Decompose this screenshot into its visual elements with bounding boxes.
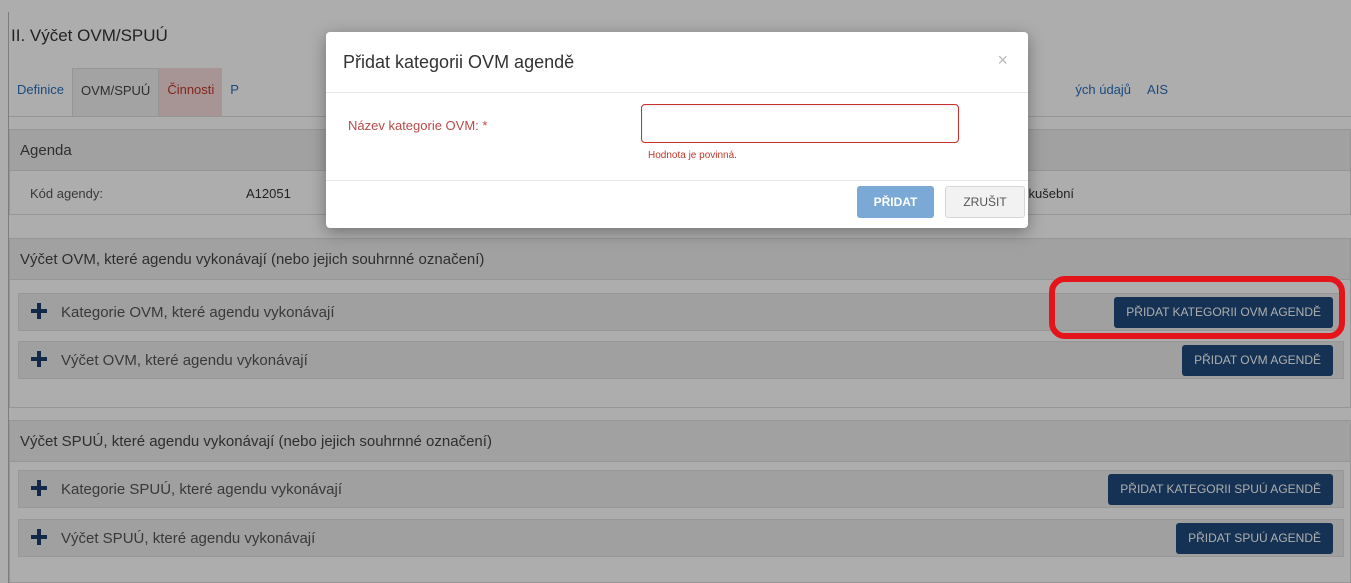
add-ovm-category-dialog: Přidat kategorii OVM agendě × Název kate… [326,32,1028,228]
close-icon[interactable]: × [997,50,1008,71]
modal-header-divider [326,92,1028,93]
category-name-input[interactable] [641,104,959,143]
validation-error: Hodnota je povinná. [648,150,737,161]
add-button[interactable]: PŘIDAT [857,186,934,218]
modal-title: Přidat kategorii OVM agendě [343,52,575,72]
modal-footer-divider [326,180,1028,181]
category-name-label: Název kategorie OVM: * [348,118,488,133]
cancel-button[interactable]: ZRUŠIT [945,186,1025,218]
highlight-annotation [1049,276,1345,339]
